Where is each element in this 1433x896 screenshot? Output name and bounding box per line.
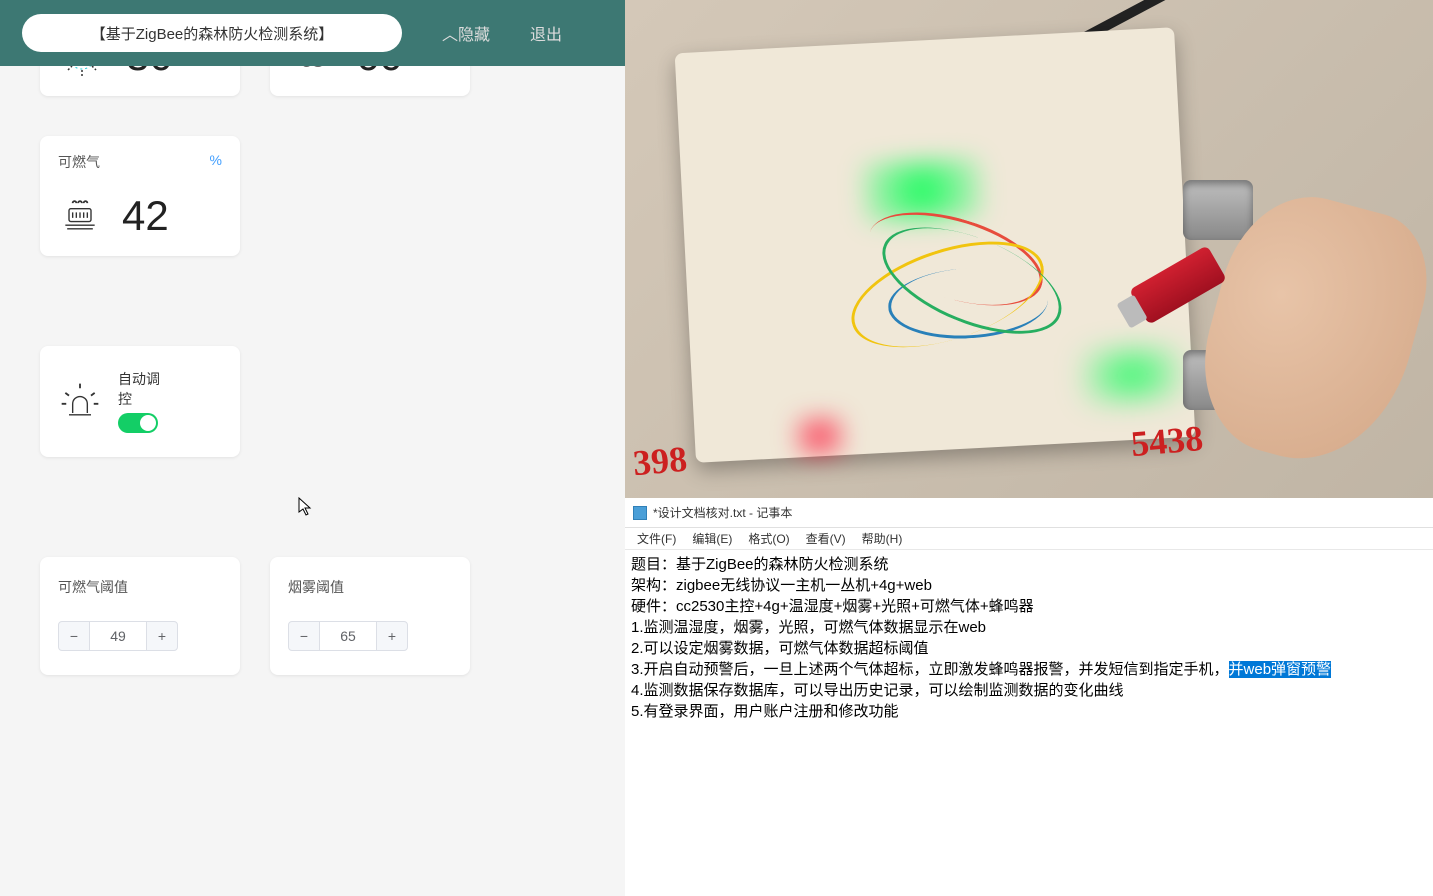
auto-control-toggle[interactable] — [118, 413, 158, 433]
smoke-value: 60 — [356, 66, 403, 80]
smoke-threshold-label: 烟雾阈值 — [288, 577, 452, 597]
text-line: 3.开启自动预警后，一旦上述两个气体超标，立即激发蜂鸣器报警，并发短信到指定手机… — [631, 661, 1229, 678]
gas-value: 42 — [122, 192, 169, 240]
menu-view[interactable]: 查看(V) — [798, 530, 854, 547]
dashboard-panel: 【基于ZigBee的森林防火检测系统】 ︿ 隐藏 退出 30 — [0, 0, 625, 896]
text-line: 架构：zigbee无线协议一主机一丛机+4g+web — [631, 577, 932, 594]
cloud-icon — [288, 66, 336, 80]
board-marker-1: 5438 — [1129, 417, 1204, 465]
text-line: 5.有登录界面，用户账户注册和修改功能 — [631, 703, 899, 720]
gas-threshold-card: 可燃气阈值 − + — [40, 557, 240, 675]
sensor-cylinder-icon — [1183, 180, 1253, 240]
auto-control-card: 自动调控 — [40, 346, 240, 457]
gas-unit: % — [210, 152, 222, 172]
gas-decrement-button[interactable]: − — [58, 621, 90, 651]
selected-text: 并web弹窗预警 — [1229, 661, 1332, 678]
gas-threshold-label: 可燃气阈值 — [58, 577, 222, 597]
text-line: 2.可以设定烟雾数据，可燃气体数据超标阈值 — [631, 640, 929, 657]
notepad-window: *设计文档核对.txt - 记事本 文件(F) 编辑(E) 格式(O) 查看(V… — [625, 498, 1433, 896]
auto-control-label: 自动调控 — [118, 370, 166, 409]
notepad-titlebar[interactable]: *设计文档核对.txt - 记事本 — [625, 498, 1433, 528]
text-line: 硬件：cc2530主控+4g+温湿度+烟雾+光照+可燃气体+蜂鸣器 — [631, 598, 1034, 615]
right-panel: 5438 398 *设计文档核对.txt - 记事本 文件(F) 编辑(E) 格… — [625, 0, 1433, 896]
sun-icon — [58, 66, 106, 80]
gas-card: 可燃气 % 42 — [40, 136, 240, 256]
exit-button[interactable]: 退出 — [530, 21, 562, 45]
chevron-up-icon: ︿ — [442, 21, 458, 45]
breadboard-shape — [675, 27, 1196, 463]
hide-label: 隐藏 — [458, 21, 490, 45]
app-title: 【基于ZigBee的森林防火检测系统】 — [22, 14, 402, 52]
notepad-title-text: *设计文档核对.txt - 记事本 — [653, 504, 792, 521]
smoke-threshold-stepper: − + — [288, 621, 452, 651]
smoke-threshold-input[interactable] — [320, 621, 376, 651]
light-value: 30 — [126, 66, 173, 80]
menu-format[interactable]: 格式(O) — [740, 530, 797, 547]
scroll-area[interactable]: 30 60 可燃气 % — [0, 66, 625, 896]
menu-file[interactable]: 文件(F) — [629, 530, 684, 547]
smoke-card: 60 — [270, 66, 470, 96]
board-marker-2: 398 — [631, 438, 688, 485]
gas-threshold-input[interactable] — [90, 621, 146, 651]
smoke-decrement-button[interactable]: − — [288, 621, 320, 651]
notepad-content[interactable]: 题目：基于ZigBee的森林防火检测系统 架构：zigbee无线协议一主机一丛机… — [625, 550, 1433, 896]
menu-help[interactable]: 帮助(H) — [854, 530, 911, 547]
menu-edit[interactable]: 编辑(E) — [684, 530, 740, 547]
notepad-icon — [633, 506, 647, 520]
text-line: 1.监测温湿度，烟雾，光照，可燃气体数据显示在web — [631, 619, 986, 636]
alarm-icon — [58, 380, 102, 424]
gas-title: 可燃气 — [58, 152, 100, 172]
heat-sensor-icon — [58, 194, 102, 238]
camera-feed: 5438 398 — [625, 0, 1433, 498]
smoke-threshold-card: 烟雾阈值 − + — [270, 557, 470, 675]
header-bar: 【基于ZigBee的森林防火检测系统】 ︿ 隐藏 退出 — [0, 0, 625, 66]
notepad-menubar: 文件(F) 编辑(E) 格式(O) 查看(V) 帮助(H) — [625, 528, 1433, 550]
gas-increment-button[interactable]: + — [146, 621, 178, 651]
gas-threshold-stepper: − + — [58, 621, 222, 651]
light-card: 30 — [40, 66, 240, 96]
text-line: 4.监测数据保存数据库，可以导出历史记录，可以绘制监测数据的变化曲线 — [631, 682, 1124, 699]
hide-button[interactable]: ︿ 隐藏 — [442, 21, 490, 45]
smoke-increment-button[interactable]: + — [376, 621, 408, 651]
text-line: 题目：基于ZigBee的森林防火检测系统 — [631, 556, 889, 573]
